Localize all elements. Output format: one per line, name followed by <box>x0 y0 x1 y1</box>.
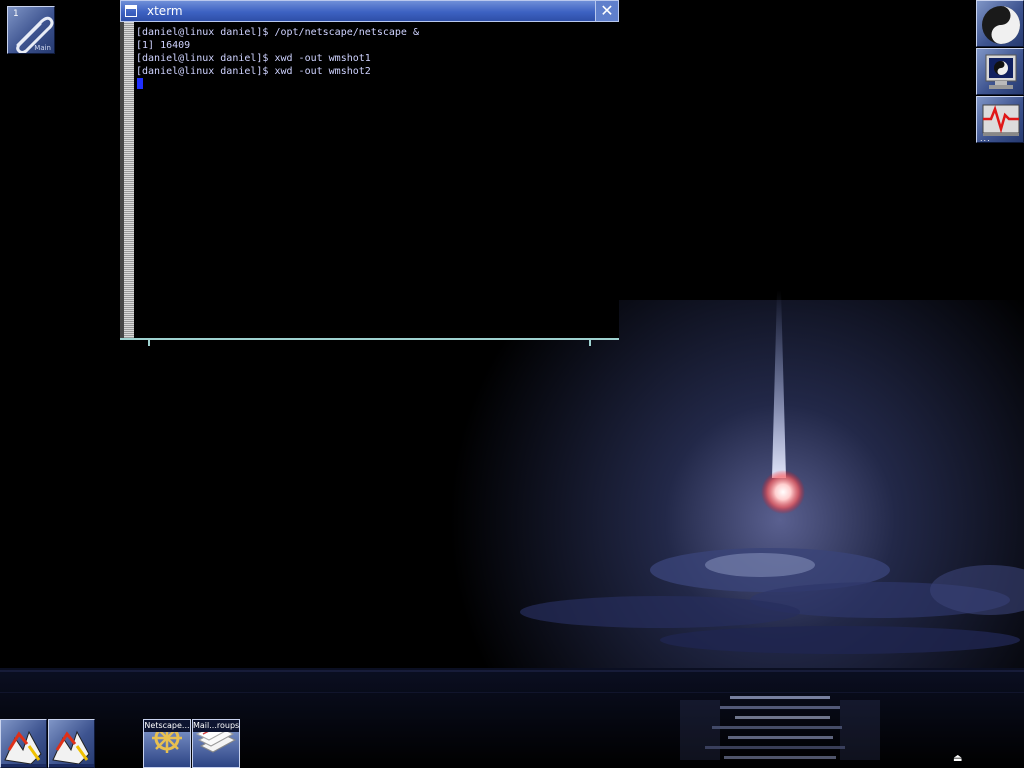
system-monitor-dock-icon[interactable]: ... <box>976 96 1024 143</box>
scrollbar-thumb[interactable] <box>120 22 124 338</box>
window-maker-dock-icon-2[interactable] <box>48 719 95 768</box>
window-maker-icon <box>49 730 94 767</box>
window-resize-bar[interactable] <box>120 338 619 346</box>
workspace-caption: Main <box>34 44 51 52</box>
gnu-dock-icon[interactable] <box>976 0 1024 47</box>
dock-more-dots: ... <box>980 134 991 143</box>
terminal-line: [daniel@linux daniel]$ xwd -out wmshot1 <box>136 53 371 64</box>
monitor-dock-icon[interactable] <box>976 48 1024 95</box>
gnu-swirl-icon <box>982 6 1020 44</box>
terminal-scrollbar[interactable] <box>120 22 134 338</box>
terminal-output: [daniel@linux daniel]$ /opt/netscape/net… <box>136 26 419 78</box>
monitor-icon <box>985 54 1017 89</box>
resize-handle-left[interactable] <box>148 340 150 346</box>
terminal-line: [daniel@linux daniel]$ /opt/netscape/net… <box>136 27 419 38</box>
window-maker-icon <box>1 730 46 767</box>
resize-handle-right[interactable] <box>589 340 591 346</box>
eject-icon[interactable]: ⏏ <box>953 753 962 764</box>
terminal-area[interactable]: [daniel@linux daniel]$ /opt/netscape/net… <box>120 22 619 338</box>
minimized-label: Mail...roups <box>193 720 239 732</box>
window-maker-dock-icon[interactable] <box>0 719 47 768</box>
minimized-label: Netscape... <box>144 720 190 732</box>
terminal-line: [1] 16409 <box>136 40 191 51</box>
minimized-netscape[interactable]: Netscape... <box>143 719 191 768</box>
close-button[interactable]: ✕ <box>595 1 618 21</box>
minimized-mail-newsgroups[interactable]: Mail...roups <box>192 719 240 768</box>
terminal-line: [daniel@linux daniel]$ xwd -out wmshot2 <box>136 66 371 77</box>
window-menu-button[interactable] <box>125 5 137 17</box>
workspace-clip-icon[interactable]: 1 Main <box>7 6 55 54</box>
xterm-titlebar[interactable]: xterm ✕ <box>120 0 619 22</box>
close-icon: ✕ <box>600 1 614 20</box>
text-cursor <box>137 78 143 89</box>
xterm-window[interactable]: xterm ✕ [daniel@linux daniel]$ /opt/nets… <box>120 0 619 346</box>
xterm-title: xterm <box>147 4 183 18</box>
